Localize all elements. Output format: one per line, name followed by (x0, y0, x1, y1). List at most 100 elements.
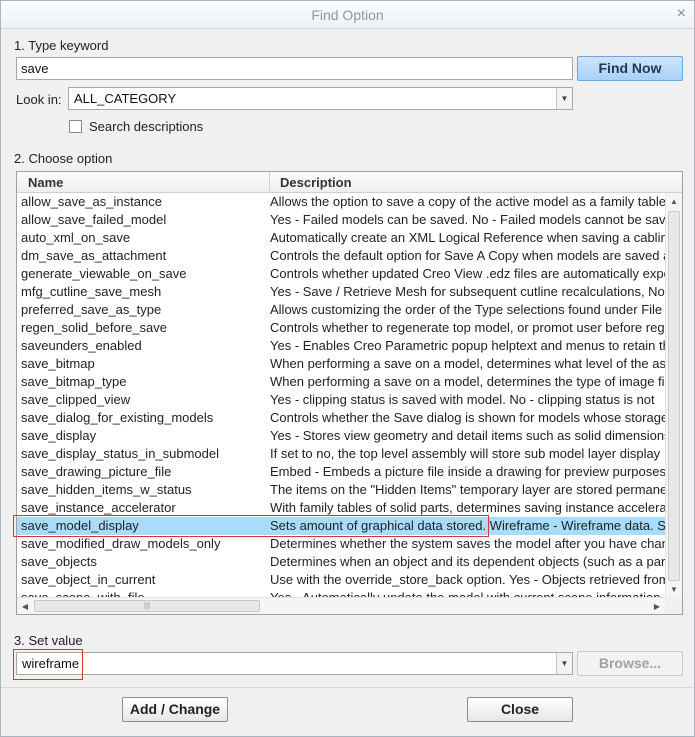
table-row[interactable]: saveunders_enabled Yes - Enables Creo Par… (17, 337, 665, 355)
option-name: save_scene_with_file (21, 589, 267, 597)
step1-label: 1. Type keyword (14, 38, 109, 53)
option-description: If set to no, the top level assembly wil… (270, 446, 661, 461)
table-row[interactable]: save_object_in_current Use with the overr… (17, 571, 665, 589)
scroll-up-arrow-icon[interactable]: ▲ (666, 193, 682, 209)
option-description: When performing a save on a model, deter… (270, 356, 665, 371)
option-name: save_modified_draw_models_only (21, 536, 221, 551)
option-description: Determines whether the system saves the … (270, 536, 665, 551)
scrollbar-corner (665, 597, 682, 614)
search-descriptions-checkbox[interactable] (69, 120, 82, 133)
option-name: generate_viewable_on_save (21, 266, 187, 281)
table-row[interactable]: save_hidden_items_w_status The items on t… (17, 481, 665, 499)
option-name: allow_save_failed_model (21, 212, 167, 227)
add-change-button[interactable]: Add / Change (122, 697, 228, 722)
option-description: Sets amount of graphical data stored. Wi… (270, 518, 665, 533)
option-description: Automatically create an XML Logical Refe… (270, 230, 665, 245)
option-name: save_hidden_items_w_status (21, 482, 192, 497)
chevron-down-icon[interactable]: ▼ (556, 653, 572, 674)
step2-label: 2. Choose option (14, 151, 113, 166)
table-body: allow_save_as_instance Allows the option … (17, 193, 665, 597)
close-icon[interactable]: × (677, 5, 686, 23)
option-name: save_bitmap_type (21, 374, 127, 389)
table-row[interactable]: save_modified_draw_models_only Determines… (17, 535, 665, 553)
table-row[interactable]: dm_save_as_attachment Controls the defaul… (17, 247, 665, 265)
table-row[interactable]: generate_viewable_on_save Controls whethe… (17, 265, 665, 283)
table-row[interactable]: auto_xml_on_save Automatically create an … (17, 229, 665, 247)
option-name: allow_save_as_instance (21, 194, 162, 209)
options-table: Name Description allow_save_as_instance A… (16, 171, 683, 615)
option-description: Yes - Automatically update the model wit… (270, 589, 665, 597)
option-description: When performing a save on a model, deter… (270, 374, 665, 389)
option-description: Determines when an object and its depend… (270, 554, 665, 569)
horizontal-scroll-thumb[interactable]: ||| (34, 600, 260, 612)
table-row[interactable]: save_drawing_picture_file Embed - Embeds … (17, 463, 665, 481)
set-value-input[interactable]: wireframe ▼ (16, 652, 573, 675)
table-row[interactable]: save_clipped_view Yes - clipping status i… (17, 391, 665, 409)
option-description: Allows customizing the order of the Type… (270, 302, 663, 317)
table-row[interactable]: allow_save_failed_model Yes - Failed mode… (17, 211, 665, 229)
set-value-text: wireframe (22, 656, 80, 671)
table-row[interactable]: save_dialog_for_existing_models Controls … (17, 409, 665, 427)
option-description: Controls whether the Save dialog is show… (270, 410, 665, 425)
scroll-left-arrow-icon[interactable]: ◀ (17, 598, 33, 614)
option-description: Yes - Enables Creo Parametric popup help… (270, 338, 665, 353)
table-header: Name Description (17, 172, 682, 193)
vertical-scrollbar[interactable]: ▲ ▼ (665, 193, 682, 597)
option-name: save_object_in_current (21, 572, 156, 587)
option-name: save_display_status_in_submodel (21, 446, 220, 461)
title-bar: Find Option × (1, 1, 694, 29)
option-description: Embed - Embeds a picture file inside a d… (270, 464, 665, 479)
option-name: auto_xml_on_save (21, 230, 131, 245)
table-row[interactable]: regen_solid_before_save Controls whether … (17, 319, 665, 337)
table-row[interactable]: save_bitmap When performing a save on a m… (17, 355, 665, 373)
column-header-description[interactable]: Description (280, 175, 352, 190)
find-now-button[interactable]: Find Now (577, 56, 683, 81)
table-row[interactable]: mfg_cutline_save_mesh Yes - Save / Retrie… (17, 283, 665, 301)
look-in-label: Look in: (16, 92, 62, 107)
table-row[interactable]: save_bitmap_type When performing a save o… (17, 373, 665, 391)
table-row[interactable]: save_display Yes - Stores view geometry a… (17, 427, 665, 445)
option-description: Controls whether to regenerate top model… (270, 320, 665, 335)
option-description: Allows the option to save a copy of the … (270, 194, 665, 209)
table-row[interactable]: save_instance_accelerator With family tab… (17, 499, 665, 517)
vertical-scroll-thumb[interactable] (668, 211, 680, 581)
option-name: save_display (21, 428, 97, 443)
option-name: save_clipped_view (21, 392, 131, 407)
column-divider[interactable] (269, 172, 270, 193)
look-in-value: ALL_CATEGORY (74, 91, 177, 106)
column-header-name[interactable]: Name (28, 175, 63, 190)
option-name: preferred_save_as_type (21, 302, 162, 317)
option-description: Use with the override_store_back option.… (270, 572, 665, 587)
keyword-input[interactable]: save (16, 57, 573, 80)
table-row-selected[interactable]: save_model_display Sets amount of graphic… (17, 517, 665, 535)
search-descriptions-label: Search descriptions (89, 119, 204, 134)
table-row[interactable]: save_scene_with_fileYes - Automatically … (17, 589, 665, 597)
option-name: save_objects (21, 554, 97, 569)
chevron-down-icon[interactable]: ▼ (556, 88, 572, 109)
option-description: With family tables of solid parts, deter… (270, 500, 665, 515)
table-row[interactable]: save_display_status_in_submodel If set to… (17, 445, 665, 463)
horizontal-scrollbar[interactable]: ◀ ||| ▶ (17, 597, 665, 614)
option-name: save_model_display (21, 518, 139, 533)
close-button[interactable]: Close (467, 697, 573, 722)
dialog-title: Find Option (311, 7, 384, 23)
option-description: Controls the default option for Save A C… (270, 248, 665, 263)
table-row[interactable]: save_objects Determines when an object an… (17, 553, 665, 571)
footer-divider (1, 687, 694, 688)
browse-button[interactable]: Browse... (577, 651, 683, 676)
option-description: Yes - Save / Retrieve Mesh for subsequen… (270, 284, 665, 299)
scroll-down-arrow-icon[interactable]: ▼ (666, 581, 682, 597)
find-option-dialog: Find Option × 1. Type keyword save Find … (0, 0, 695, 737)
option-name: mfg_cutline_save_mesh (21, 284, 162, 299)
step3-label: 3. Set value (14, 633, 83, 648)
look-in-dropdown[interactable]: ALL_CATEGORY ▼ (68, 87, 573, 110)
table-row[interactable]: allow_save_as_instance Allows the option … (17, 193, 665, 211)
option-name: dm_save_as_attachment (21, 248, 167, 263)
option-name: save_drawing_picture_file (21, 464, 172, 479)
option-name: save_instance_accelerator (21, 500, 176, 515)
option-name: saveunders_enabled (21, 338, 142, 353)
option-description: Controls whether updated Creo View .edz … (270, 266, 665, 281)
option-name: save_bitmap (21, 356, 95, 371)
scroll-right-arrow-icon[interactable]: ▶ (649, 598, 665, 614)
table-row[interactable]: preferred_save_as_type Allows customizing… (17, 301, 665, 319)
